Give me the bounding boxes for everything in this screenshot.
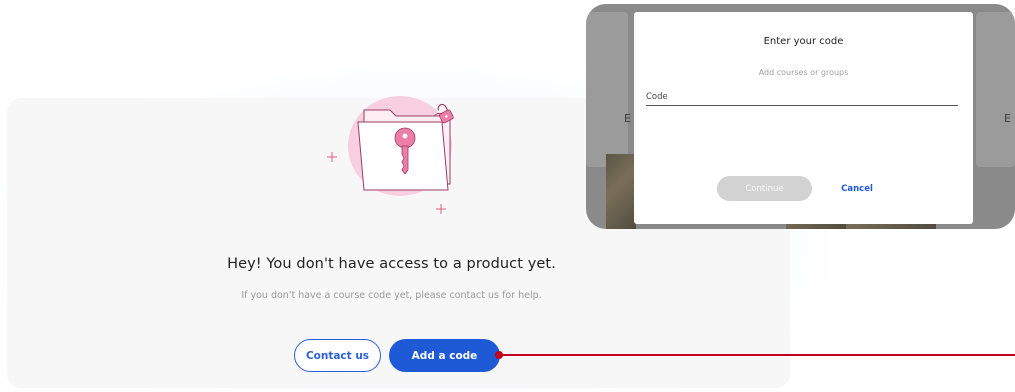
- code-input[interactable]: [646, 105, 958, 106]
- locked-folder-key-icon: [327, 96, 454, 214]
- annotation-arrow-dot: [495, 351, 503, 359]
- empty-state-heading: Hey! You don't have access to a product …: [227, 256, 556, 272]
- add-code-button[interactable]: Add a code: [389, 339, 500, 372]
- modal-title: Enter your code: [763, 36, 844, 47]
- background-image: [606, 154, 636, 229]
- plus-sparkle-icon: [327, 152, 337, 162]
- background-letter: E: [1004, 112, 1011, 125]
- contact-us-button[interactable]: Contact us: [294, 339, 381, 372]
- background-card: [976, 12, 1015, 167]
- annotation-arrow-line: [500, 354, 1015, 356]
- continue-button[interactable]: Continue: [717, 176, 812, 201]
- modal-subtitle: Add courses or groups: [758, 68, 849, 77]
- plus-sparkle-icon: [436, 204, 446, 214]
- background-card: [586, 12, 628, 167]
- background-letter: E: [624, 112, 631, 125]
- empty-state-subtext: If you don't have a course code yet, ple…: [241, 290, 542, 301]
- enter-code-modal: Enter your code Add courses or groups Co…: [634, 12, 973, 224]
- code-field-label: Code: [646, 92, 668, 102]
- cancel-button[interactable]: Cancel: [832, 176, 882, 201]
